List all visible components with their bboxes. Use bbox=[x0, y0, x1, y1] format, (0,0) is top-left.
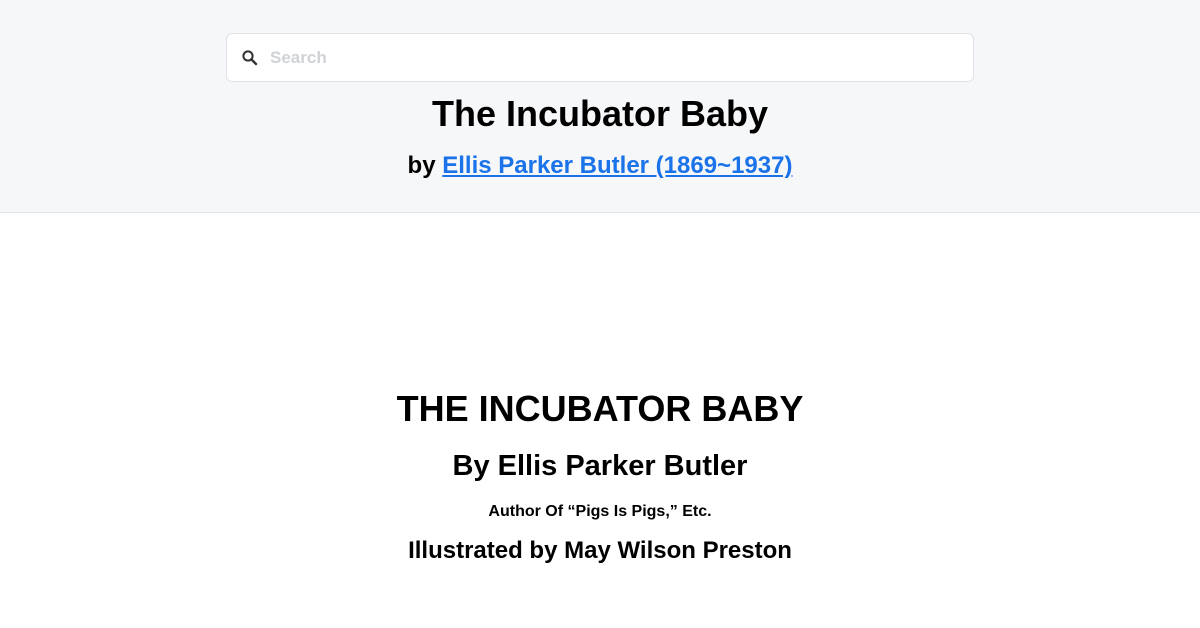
search-input[interactable] bbox=[270, 34, 960, 81]
book-title: THE INCUBATOR BABY bbox=[396, 388, 804, 429]
page-title: The Incubator Baby bbox=[431, 93, 769, 134]
author-link[interactable]: Ellis Parker Butler (1869~1937) bbox=[442, 152, 792, 179]
page-header: The Incubator Baby by Ellis Parker Butle… bbox=[0, 0, 1200, 213]
search-icon bbox=[241, 49, 259, 67]
book-author: By Ellis Parker Butler bbox=[452, 450, 748, 482]
byline: by Ellis Parker Butler (1869~1937) bbox=[0, 151, 1200, 181]
search-bar[interactable] bbox=[226, 33, 974, 82]
book-note: Author Of “Pigs Is Pigs,” Etc. bbox=[488, 503, 712, 520]
book-content: THE INCUBATOR BABY By Ellis Parker Butle… bbox=[0, 213, 1200, 628]
book-illustrator: Illustrated by May Wilson Preston bbox=[408, 537, 792, 564]
byline-prefix: by bbox=[407, 152, 443, 179]
